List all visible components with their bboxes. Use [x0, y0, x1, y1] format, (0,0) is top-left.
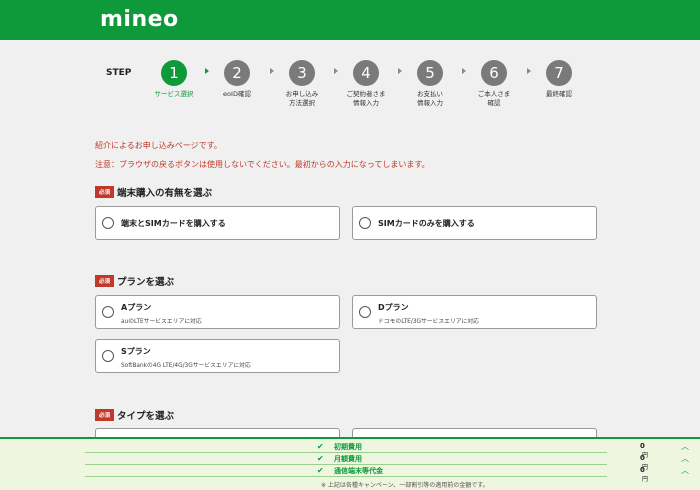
step-label: eoID確認	[223, 90, 251, 98]
step-progress: STEP 1 サービス選択 2 eoID確認 3 お申し込み 方法選択 4 ご契…	[0, 55, 700, 115]
step-number: 3	[289, 60, 315, 86]
option-plan-a[interactable]: Aプラン auのLTEサービスエリアに対応	[95, 295, 340, 329]
option-label: Sプラン	[121, 347, 151, 356]
check-icon: ✔	[317, 454, 324, 463]
section-title: タイプを選ぶ	[117, 410, 175, 422]
fee-label: 通信端末等代金	[334, 467, 383, 475]
chevron-up-icon[interactable]: ︿	[681, 453, 689, 464]
radio-icon[interactable]	[359, 217, 371, 229]
type-section-heading: 必須 タイプを選ぶ	[95, 404, 174, 422]
fee-row-device[interactable]: ✔ 通信端末等代金 0円 ︿	[85, 465, 689, 483]
required-badge: 必須	[95, 274, 115, 287]
fee-label: 月額費用	[334, 455, 362, 463]
step-2: 2 eoID確認	[202, 60, 272, 99]
referral-notice: 紹介によるお申し込みページです。	[95, 141, 222, 150]
plan-section-heading: 必須 プランを選ぶ	[95, 270, 174, 288]
step-3: 3 お申し込み 方法選択	[267, 60, 337, 108]
mineo-logo[interactable]: mineo	[100, 7, 179, 32]
option-plan-s[interactable]: Sプラン SoftBankの4G LTE/4G/3Gサービスエリアに対応	[95, 339, 340, 373]
chevron-up-icon[interactable]: ︿	[681, 465, 689, 476]
option-description: auのLTEサービスエリアに対応	[121, 319, 202, 325]
device-section-heading: 必須 端末購入の有無を選ぶ	[95, 181, 212, 199]
fee-value: 0	[640, 454, 645, 462]
step-number: 5	[417, 60, 443, 86]
option-description: ドコモのLTE/3Gサービスエリアに対応	[378, 319, 479, 325]
option-device-and-sim[interactable]: 端末とSIMカードを購入する	[95, 206, 340, 240]
option-label: Aプラン	[121, 303, 152, 312]
step-label: 最終確認	[546, 90, 572, 98]
fee-row-monthly[interactable]: ✔ 月額費用 0円 ︿	[85, 453, 689, 471]
fee-row-initial[interactable]: ✔ 初期費用 0円 ︿	[85, 441, 689, 459]
option-label: SIMカードのみを購入する	[378, 219, 475, 228]
step-label: ご本人さま 確認	[477, 90, 511, 107]
chevron-up-icon[interactable]: ︿	[681, 441, 689, 452]
radio-icon[interactable]	[102, 350, 114, 362]
step-1: 1 サービス選択	[139, 60, 209, 99]
step-number: 1	[161, 60, 187, 86]
step-label: お支払い 情報入力	[417, 90, 443, 107]
section-title: プランを選ぶ	[117, 276, 175, 288]
step-title: STEP	[106, 68, 132, 78]
fee-footnote: ※ 上記は各種キャンペーン、一部割引等の適用前の金額です。	[321, 482, 489, 489]
option-description: SoftBankの4G LTE/4G/3Gサービスエリアに対応	[121, 363, 251, 369]
required-badge: 必須	[95, 408, 115, 421]
fee-value: 0	[640, 466, 645, 474]
check-icon: ✔	[317, 466, 324, 475]
option-label: Dプラン	[378, 303, 409, 312]
step-number: 7	[546, 60, 572, 86]
step-number: 2	[224, 60, 250, 86]
step-label: ご契約者さま 情報入力	[346, 90, 386, 107]
fee-unit: 円	[642, 476, 649, 483]
fee-label: 初期費用	[334, 443, 362, 451]
fee-summary-bar: ✔ 初期費用 0円 ︿ ✔ 月額費用 0円 ︿ ✔ 通信端末等代金 0円 ︿ ※…	[0, 437, 700, 490]
step-5: 5 お支払い 情報入力	[395, 60, 465, 108]
check-icon: ✔	[317, 442, 324, 451]
site-header: mineo	[0, 0, 700, 40]
radio-icon[interactable]	[359, 306, 371, 318]
step-number: 4	[353, 60, 379, 86]
step-label: サービス選択	[154, 90, 194, 98]
fee-amount: 0円	[640, 466, 648, 483]
fee-value: 0	[640, 442, 645, 450]
radio-icon[interactable]	[102, 217, 114, 229]
option-label: 端末とSIMカードを購入する	[121, 219, 226, 228]
back-button-warning: 注意：ブラウザの戻るボタンは使用しないでください。最初からの入力になってしまいま…	[95, 160, 430, 169]
radio-icon[interactable]	[102, 306, 114, 318]
step-number: 6	[481, 60, 507, 86]
section-title: 端末購入の有無を選ぶ	[117, 187, 213, 199]
option-plan-d[interactable]: Dプラン ドコモのLTE/3Gサービスエリアに対応	[352, 295, 597, 329]
step-7: 7 最終確認	[524, 60, 594, 99]
step-6: 6 ご本人さま 確認	[459, 60, 529, 108]
option-sim-only[interactable]: SIMカードのみを購入する	[352, 206, 597, 240]
step-label: お申し込み 方法選択	[285, 90, 319, 107]
required-badge: 必須	[95, 185, 115, 198]
step-4: 4 ご契約者さま 情報入力	[331, 60, 401, 108]
